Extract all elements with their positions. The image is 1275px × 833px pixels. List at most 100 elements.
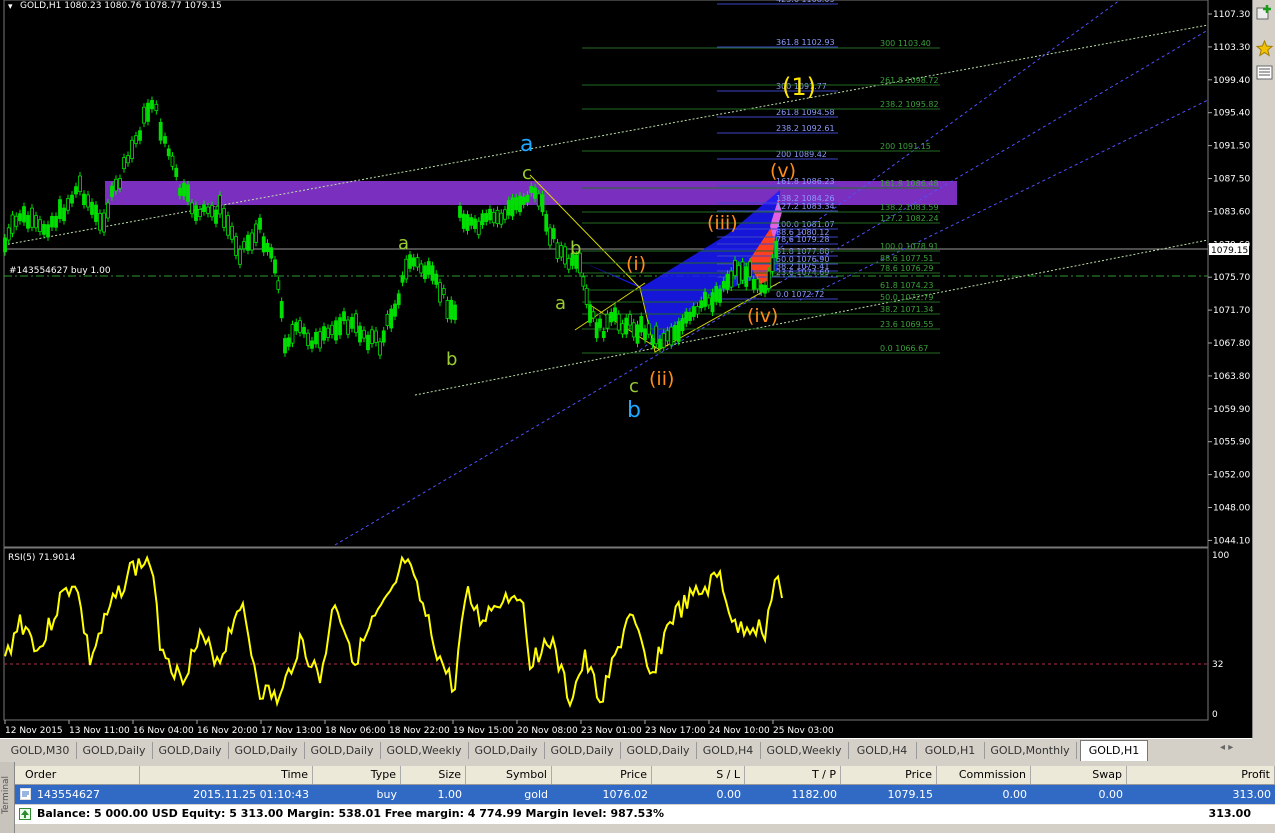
terminal-side-handle[interactable]: Terminal bbox=[0, 762, 15, 833]
chart-dropdown-icon[interactable]: ▾ bbox=[8, 2, 13, 12]
chart-tab[interactable]: GOLD,H1 bbox=[916, 742, 985, 759]
time-tick-label: 17 Nov 13:00 bbox=[261, 726, 322, 736]
candle-body bbox=[330, 324, 334, 335]
candle-body bbox=[673, 325, 677, 341]
chart-tab[interactable]: GOLD,Weekly bbox=[760, 742, 849, 759]
candle-body bbox=[525, 194, 530, 203]
chart-tab[interactable]: GOLD,Daily bbox=[304, 742, 381, 759]
chart-tab[interactable]: GOLD,Weekly bbox=[380, 742, 469, 759]
chart-tab[interactable]: GOLD,H4 bbox=[696, 742, 761, 759]
candle-body bbox=[616, 313, 621, 331]
chart-tab[interactable]: GOLD,H4 bbox=[848, 742, 917, 759]
candle-body bbox=[118, 178, 122, 189]
candle-body bbox=[14, 215, 19, 227]
list-icon[interactable] bbox=[1256, 64, 1273, 81]
candle-body bbox=[126, 155, 130, 164]
column-header[interactable]: S / L bbox=[652, 766, 745, 784]
rsi-level-100: 100 bbox=[1212, 551, 1229, 561]
fib-green-label: 238.2 1095.82 bbox=[880, 100, 939, 109]
chart-tab[interactable]: GOLD,Daily bbox=[468, 742, 545, 759]
candle-body bbox=[449, 299, 454, 320]
column-header[interactable]: Profit bbox=[1127, 766, 1275, 784]
candle-body bbox=[42, 224, 46, 235]
order-cell: gold bbox=[524, 788, 548, 801]
chart-tab[interactable]: GOLD,Daily bbox=[620, 742, 697, 759]
candle-body bbox=[214, 209, 218, 224]
column-header[interactable]: Symbol bbox=[466, 766, 552, 784]
candle-body bbox=[676, 321, 681, 342]
right-toolbar bbox=[1252, 0, 1275, 738]
wave-label-i: (i) bbox=[626, 253, 646, 275]
new-order-icon[interactable] bbox=[1256, 4, 1273, 21]
candle-body bbox=[326, 327, 330, 338]
candle-body bbox=[306, 332, 310, 346]
chart-tab[interactable]: GOLD,H1 bbox=[1080, 740, 1148, 761]
candle-body bbox=[748, 261, 752, 278]
rsi-line bbox=[4, 554, 783, 709]
time-tick-label: 23 Nov 17:00 bbox=[645, 726, 706, 736]
tab-scroll-arrows-icon[interactable]: ◂ ▸ bbox=[1220, 742, 1248, 759]
chart-tab[interactable]: GOLD,Daily bbox=[544, 742, 621, 759]
candle-body bbox=[639, 316, 644, 333]
chart-area[interactable]: 423.6 1108.09361.8 1102.93300 1097.77261… bbox=[0, 0, 1252, 738]
candle-body bbox=[389, 308, 394, 329]
favorites-icon[interactable] bbox=[1256, 40, 1273, 57]
candle-body bbox=[102, 212, 106, 233]
candle-body bbox=[624, 317, 629, 335]
column-header[interactable]: Price bbox=[841, 766, 937, 784]
candle-body bbox=[294, 322, 299, 332]
time-tick-label: 13 Nov 11:00 bbox=[69, 726, 130, 736]
chart-tab[interactable]: GOLD,Monthly bbox=[984, 742, 1077, 759]
time-tick-label: 18 Nov 22:00 bbox=[389, 726, 450, 736]
candle-body bbox=[598, 318, 602, 328]
order-cell: 1076.02 bbox=[602, 788, 649, 801]
candle-body bbox=[588, 304, 592, 323]
candle-body bbox=[22, 206, 26, 223]
column-header[interactable]: Price bbox=[552, 766, 652, 784]
candle-body bbox=[744, 266, 749, 287]
balance-row[interactable]: Balance: 5 000.00 USD Equity: 5 313.00 M… bbox=[15, 805, 1275, 824]
chart-tab[interactable]: GOLD,Daily bbox=[76, 742, 153, 759]
chart-tab[interactable]: GOLD,Daily bbox=[228, 742, 305, 759]
fib-green-label: 23.6 1069.55 bbox=[880, 320, 933, 329]
candle-body bbox=[770, 257, 775, 272]
fib-green-label: 38.2 1071.34 bbox=[880, 305, 933, 314]
column-header[interactable]: Size bbox=[401, 766, 466, 784]
chart-tab[interactable]: GOLD,M30 bbox=[4, 742, 77, 759]
candle-body bbox=[310, 340, 314, 349]
column-header[interactable]: Commission bbox=[937, 766, 1031, 784]
candle-body bbox=[555, 242, 560, 259]
column-header[interactable]: T / P bbox=[745, 766, 841, 784]
candle-body bbox=[736, 265, 741, 285]
candle-body bbox=[499, 212, 504, 225]
candle-body bbox=[458, 205, 462, 218]
order-cell: 313.00 bbox=[1232, 788, 1272, 801]
wave-label-c-green: c bbox=[522, 163, 532, 184]
column-header[interactable]: Order bbox=[15, 766, 140, 784]
candle-body bbox=[314, 331, 318, 345]
column-header[interactable]: Swap bbox=[1031, 766, 1127, 784]
wave-label-a-green-2: a bbox=[555, 293, 566, 314]
wave-label-b-green-2: b bbox=[570, 238, 581, 259]
candle-body bbox=[250, 232, 254, 251]
candle-body bbox=[286, 337, 291, 347]
fib-green-label: 0.0 1066.67 bbox=[880, 344, 928, 353]
fib-blue-label: 78.6 1079.28 bbox=[776, 235, 829, 244]
candle-body bbox=[166, 148, 171, 157]
order-cell: 1.00 bbox=[437, 788, 463, 801]
chart-svg[interactable]: 423.6 1108.09361.8 1102.93300 1097.77261… bbox=[0, 0, 1252, 738]
candle-body bbox=[613, 307, 617, 322]
order-line-label: #143554627 buy 1.00 bbox=[9, 266, 111, 276]
column-header[interactable]: Time bbox=[140, 766, 313, 784]
fib-blue-label: 238.2 1092.61 bbox=[776, 124, 835, 133]
candle-body bbox=[190, 202, 194, 215]
candle-body bbox=[3, 237, 7, 253]
candle-body bbox=[691, 306, 696, 317]
candle-body bbox=[82, 193, 86, 206]
chart-tab[interactable]: GOLD,Daily bbox=[152, 742, 229, 759]
column-header[interactable]: Type bbox=[313, 766, 401, 784]
candle-body bbox=[591, 311, 596, 319]
price-axis: 1107.30 1103.30 1099.40 1095.40 1091.50 1087.… bbox=[1208, 10, 1250, 546]
order-row[interactable]: 143554627 2015.11.25 01:10:43 buy 1.00 gold 1… bbox=[15, 785, 1275, 804]
candle-body bbox=[594, 322, 599, 339]
